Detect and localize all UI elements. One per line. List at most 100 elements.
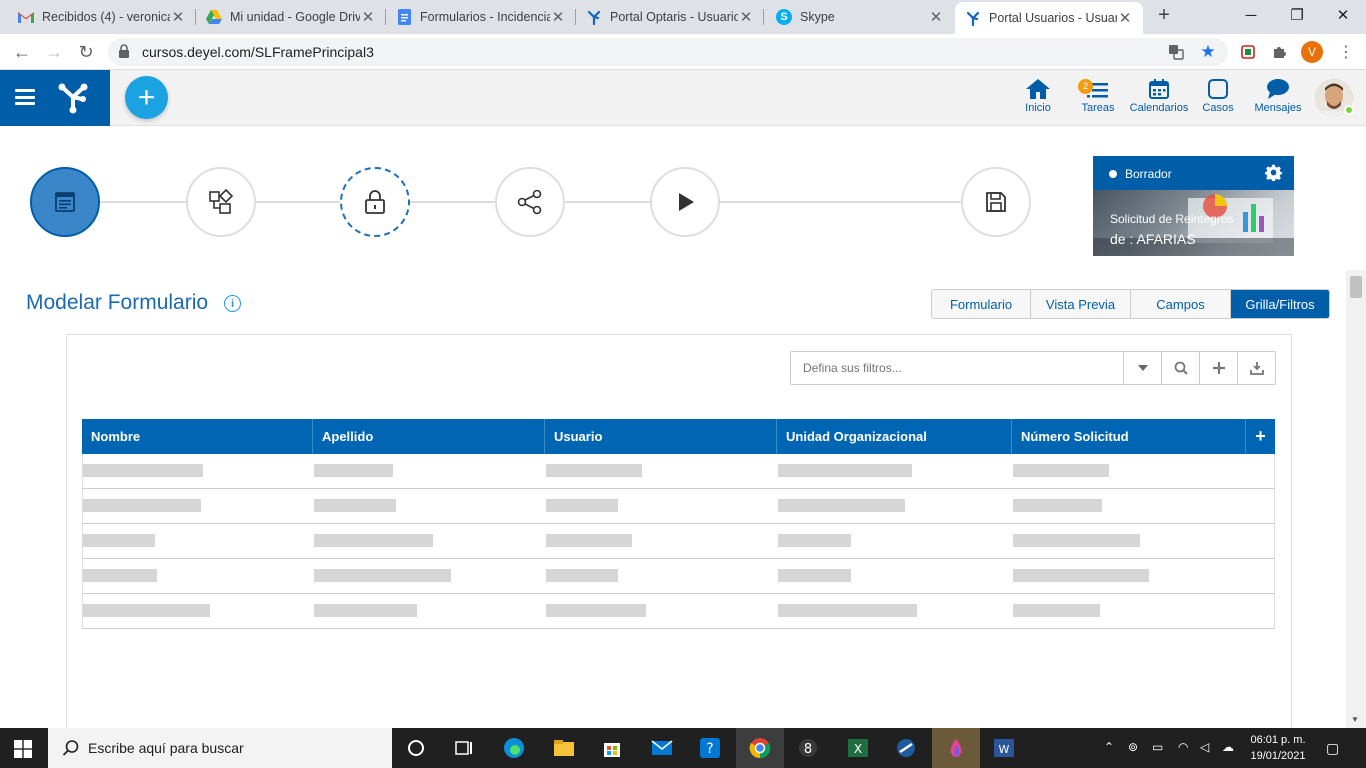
tab-grilla-filtros[interactable]: Grilla/Filtros [1231, 290, 1329, 318]
remote-app-icon[interactable] [882, 728, 930, 768]
vertical-scrollbar[interactable]: ▼ [1346, 270, 1366, 728]
chrome-icon[interactable] [736, 728, 784, 768]
form-status-card[interactable]: Borrador Solicitud de Reintegros de : AF… [1093, 156, 1294, 256]
reload-icon[interactable]: ↻ [74, 40, 98, 64]
maximize-button[interactable]: ❐ [1274, 0, 1320, 30]
step-ejecutar[interactable] [650, 167, 720, 237]
taskbar-search-box[interactable]: Escribe aquí para buscar [48, 728, 392, 768]
tray-expand-icon[interactable]: ⌃ [1104, 740, 1114, 754]
browser-tab[interactable]: Formularios - Incidencias ✕ [386, 0, 576, 34]
cortana-icon[interactable] [392, 728, 440, 768]
grid-panel: Nombre Apellido Usuario Unidad Organizac… [66, 334, 1292, 728]
placeholder-cell [778, 499, 905, 512]
mail-icon[interactable] [638, 728, 686, 768]
word-icon[interactable]: W [980, 728, 1028, 768]
wifi-icon[interactable]: ◠ [1178, 740, 1188, 754]
minimize-button[interactable]: ─ [1228, 0, 1274, 30]
edge-icon[interactable] [490, 728, 538, 768]
store-icon[interactable] [588, 728, 636, 768]
filter-search-button[interactable] [1161, 352, 1199, 384]
nav-tareas[interactable]: 2 Tareas [1078, 78, 1118, 114]
deyel-logo-icon[interactable] [56, 80, 90, 114]
hamburger-menu-icon[interactable] [15, 89, 35, 105]
data-grid: Nombre Apellido Usuario Unidad Organizac… [82, 419, 1275, 629]
profile-avatar[interactable]: V [1301, 41, 1323, 63]
nav-calendarios[interactable]: Calendarios [1128, 78, 1190, 114]
file-explorer-icon[interactable] [540, 728, 588, 768]
cloud-icon[interactable]: ☁ [1222, 740, 1234, 754]
taskbar-clock[interactable]: 06:01 p. m. 19/01/2021 [1240, 732, 1316, 764]
step-modelar[interactable] [30, 167, 100, 237]
deyel-icon [586, 9, 602, 25]
placeholder-cell [83, 604, 210, 617]
close-icon[interactable]: ✕ [550, 8, 566, 26]
address-bar[interactable]: cursos.deyel.com/SLFramePrincipal3 [108, 38, 1228, 66]
step-guardar[interactable] [961, 167, 1031, 237]
forward-icon[interactable]: → [42, 40, 66, 64]
placeholder-cell [1013, 534, 1140, 547]
column-header[interactable]: Apellido [313, 419, 545, 454]
step-estructura[interactable] [186, 167, 256, 237]
more-menu-icon[interactable]: ⋮ [1336, 42, 1356, 62]
close-icon[interactable]: ✕ [738, 8, 754, 26]
clock-time: 06:01 p. m. [1250, 734, 1306, 746]
browser-tab[interactable]: Recibidos (4) - veronica ✕ [8, 0, 196, 34]
nav-inicio[interactable]: Inicio [1020, 78, 1056, 114]
filter-dropdown-button[interactable] [1123, 352, 1161, 384]
placeholder-cell [778, 569, 851, 582]
svg-text:W: W [999, 743, 1010, 756]
notifications-icon[interactable]: ▢ [1326, 740, 1339, 757]
add-column-button[interactable]: + [1246, 419, 1275, 454]
tab-campos[interactable]: Campos [1131, 290, 1231, 318]
close-icon[interactable]: ✕ [360, 8, 376, 26]
translate-icon[interactable] [1166, 42, 1186, 62]
filter-download-button[interactable] [1237, 352, 1275, 384]
close-icon[interactable]: ✕ [1117, 9, 1133, 27]
gear-icon[interactable] [1265, 164, 1282, 181]
browser-tab-active[interactable]: Portal Usuarios - Usuario ✕ [955, 2, 1143, 34]
help-icon[interactable]: ? [686, 728, 734, 768]
nav-mensajes[interactable]: Mensajes [1252, 78, 1304, 114]
browser-tab[interactable]: Mi unidad - Google Drive ✕ [196, 0, 386, 34]
extensions-puzzle-icon[interactable] [1269, 42, 1289, 62]
column-header[interactable]: Nombre [82, 419, 313, 454]
add-button[interactable]: + [125, 76, 168, 119]
info-icon[interactable]: i [224, 295, 241, 312]
close-icon[interactable]: ✕ [928, 8, 944, 26]
back-icon[interactable]: ← [10, 40, 34, 64]
close-window-button[interactable]: ✕ [1320, 0, 1366, 30]
excel-icon[interactable]: X [834, 728, 882, 768]
column-header[interactable]: Unidad Organizacional [777, 419, 1012, 454]
app-icon[interactable]: 8 [784, 728, 832, 768]
windows-start-icon[interactable] [14, 740, 32, 758]
taskbar-search-placeholder: Escribe aquí para buscar [88, 740, 244, 756]
column-header[interactable]: Usuario [545, 419, 777, 454]
shapes-icon [209, 188, 234, 214]
task-view-icon[interactable] [440, 728, 488, 768]
new-tab-button[interactable]: + [1146, 0, 1182, 30]
nav-label: Tareas [1081, 102, 1115, 114]
extension-shield-icon[interactable] [1238, 42, 1258, 62]
placeholder-cell [1013, 464, 1109, 477]
bookmark-star-icon[interactable]: ★ [1198, 42, 1218, 62]
clock-date: 19/01/2021 [1250, 750, 1306, 762]
network-icon[interactable]: ⊚ [1128, 740, 1138, 754]
close-icon[interactable]: ✕ [170, 8, 186, 26]
scrollbar-thumb[interactable] [1350, 276, 1362, 298]
tab-vista-previa[interactable]: Vista Previa [1031, 290, 1131, 318]
browser-tab[interactable]: Portal Optaris - Usuario ✕ [576, 0, 764, 34]
browser-tab[interactable]: S Skype ✕ [766, 0, 954, 34]
column-header[interactable]: Número Solicitud [1012, 419, 1246, 454]
nav-casos[interactable]: Casos [1200, 78, 1236, 114]
filter-input[interactable] [791, 352, 1123, 384]
tab-formulario[interactable]: Formulario [932, 290, 1031, 318]
paint-app-icon[interactable] [932, 728, 980, 768]
step-compartir[interactable] [495, 167, 565, 237]
battery-icon[interactable]: ▭ [1152, 740, 1163, 754]
svg-text:?: ? [706, 741, 713, 757]
step-seguridad[interactable] [340, 167, 410, 237]
volume-icon[interactable]: ◁ [1200, 740, 1209, 754]
scroll-down-icon[interactable]: ▼ [1351, 715, 1359, 724]
filter-add-button[interactable] [1199, 352, 1237, 384]
placeholder-cell [1013, 604, 1100, 617]
